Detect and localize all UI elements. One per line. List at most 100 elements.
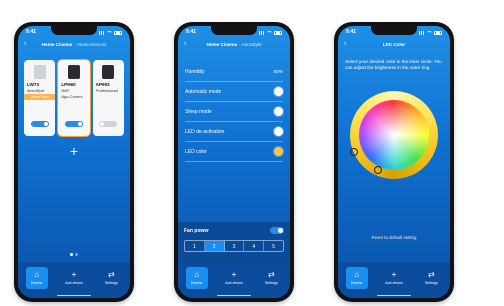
device-card-lw73[interactable]: LW73 AeroStyle Water level: [24, 60, 56, 136]
page-header: ‹ LED Color: [338, 39, 450, 49]
warning-badge: Water level: [24, 94, 56, 100]
led-color-swatch[interactable]: [274, 147, 283, 156]
setting-row-led-color[interactable]: LED color: [185, 142, 283, 162]
fan-power-label: Fan power: [184, 228, 210, 234]
plus-icon: +: [71, 270, 77, 279]
setting-label: Sleep mode: [185, 108, 212, 115]
instructions-text: Select your desired color in the inner c…: [345, 59, 442, 70]
plus-icon: +: [391, 270, 397, 279]
tab-label: Add device: [225, 281, 243, 285]
device-power-toggle[interactable]: [64, 121, 83, 127]
page-title: LED Color: [382, 41, 406, 47]
page-title: Home Cinema: [41, 41, 73, 47]
fan-speed-3[interactable]: 3: [225, 241, 245, 251]
tab-rooms[interactable]: ⌂ Rooms: [345, 267, 368, 289]
tab-add-device[interactable]: + Add device: [63, 267, 85, 289]
status-time: 9:41: [186, 29, 197, 35]
page-header: ‹ Home Cinema - Venta Devices: [18, 39, 130, 49]
fan-power-panel: Fan power 1 2 3 4 5: [178, 222, 290, 262]
device-card-lph60[interactable]: LPH60 WiFi App Control: [57, 59, 91, 137]
setting-row-led-deactivation[interactable]: LED de-activation: [185, 122, 283, 142]
signal-icon: [99, 31, 105, 35]
battery-icon: [274, 31, 282, 35]
back-icon[interactable]: ‹: [344, 40, 346, 48]
toggle-knob[interactable]: [274, 127, 283, 136]
back-icon[interactable]: ‹: [24, 40, 26, 48]
setting-row-humidity[interactable]: Humidity 50%: [185, 62, 283, 82]
device-card-ap902[interactable]: AP902 Professional: [92, 60, 124, 136]
wifi-icon: [107, 31, 112, 35]
device-power-toggle[interactable]: [30, 121, 49, 127]
device-image: [102, 65, 115, 79]
color-wheel[interactable]: [359, 100, 429, 170]
device-name: LPH60: [61, 82, 76, 87]
fan-speed-1[interactable]: 1: [185, 241, 205, 251]
settings-icon: ⇄: [267, 270, 275, 279]
setting-label: Automatic mode: [185, 88, 222, 95]
tab-label: Settings: [424, 281, 438, 285]
device-line: WiFi: [61, 88, 70, 93]
setting-row-sleep-mode[interactable]: Sleep mode: [185, 102, 283, 122]
setting-value: 50%: [273, 69, 283, 74]
home-indicator: [217, 294, 251, 296]
device-image: [67, 65, 80, 79]
status-icons: [99, 29, 122, 37]
tab-label: Add device: [385, 281, 403, 285]
fan-speed-4[interactable]: 4: [244, 241, 265, 251]
stage: 9:41 ‹ Home Cinema - Venta Devices LW73 …: [0, 0, 504, 306]
fan-power-toggle[interactable]: [270, 227, 284, 234]
status-time: 9:41: [346, 29, 357, 35]
device-line: AeroStyle: [27, 88, 45, 93]
tab-add-device[interactable]: + Add device: [223, 267, 245, 289]
screen-device-detail: 9:41 ‹ Home Cinema - AeroStyle Humidity …: [178, 26, 290, 298]
page-dots: [70, 253, 78, 256]
status-icons: [419, 29, 442, 37]
home-icon: ⌂: [354, 270, 360, 279]
settings-icon: ⇄: [427, 270, 435, 279]
setting-label: LED de-activation: [185, 128, 225, 135]
tab-settings[interactable]: ⇄ Settings: [420, 267, 442, 289]
reset-default-link[interactable]: Reset to default setting: [338, 235, 450, 240]
tab-rooms[interactable]: ⌂ Rooms: [25, 267, 48, 289]
device-cards: LW73 AeroStyle Water level LPH60 WiFi Ap…: [24, 59, 124, 137]
tab-label: Settings: [264, 281, 278, 285]
color-handle[interactable]: [374, 166, 382, 174]
signal-icon: [419, 31, 425, 35]
tab-label: Rooms: [190, 281, 203, 285]
tab-add-device[interactable]: + Add device: [383, 267, 405, 289]
back-icon[interactable]: ‹: [184, 40, 186, 48]
tab-settings[interactable]: ⇄ Settings: [260, 267, 282, 289]
page-subtitle: - AeroStyle: [239, 41, 262, 47]
setting-label: Humidity: [185, 68, 205, 75]
settings-list: Humidity 50% Automatic mode Sleep mode L…: [185, 62, 283, 162]
tab-settings[interactable]: ⇄ Settings: [100, 267, 122, 289]
tab-bar: ⌂ Rooms + Add device ⇄ Settings: [338, 262, 450, 298]
device-image: [33, 65, 46, 79]
fan-speed-2[interactable]: 2: [204, 241, 225, 251]
home-icon: ⌂: [194, 270, 200, 279]
page-header: ‹ Home Cinema - AeroStyle: [178, 39, 290, 49]
toggle-knob[interactable]: [274, 87, 283, 96]
setting-row-automatic-mode[interactable]: Automatic mode: [185, 82, 283, 102]
fan-speed-selector: 1 2 3 4 5: [184, 240, 284, 252]
tab-rooms[interactable]: ⌂ Rooms: [185, 267, 208, 289]
battery-icon: [114, 31, 122, 35]
device-name: LW73: [27, 82, 39, 87]
setting-label: LED color: [185, 148, 207, 155]
phone-devices: 9:41 ‹ Home Cinema - Venta Devices LW73 …: [14, 22, 134, 302]
page-dot[interactable]: [70, 253, 73, 256]
tab-bar: ⌂ Rooms + Add device ⇄ Settings: [178, 262, 290, 298]
screen-led-color: 9:41 ‹ LED Color Select your desired col…: [338, 26, 450, 298]
page-dot[interactable]: [75, 253, 78, 256]
screen-devices: 9:41 ‹ Home Cinema - Venta Devices LW73 …: [18, 26, 130, 298]
add-device-plus-icon[interactable]: +: [70, 144, 78, 158]
device-power-toggle[interactable]: [99, 121, 118, 127]
wifi-icon: [267, 31, 272, 35]
wifi-icon: [427, 31, 432, 35]
tab-label: Rooms: [350, 281, 363, 285]
device-line: App Control: [61, 94, 83, 99]
brightness-handle[interactable]: [350, 148, 358, 156]
fan-speed-5[interactable]: 5: [264, 241, 283, 251]
toggle-knob[interactable]: [274, 107, 283, 116]
phone-device-detail: 9:41 ‹ Home Cinema - AeroStyle Humidity …: [174, 22, 294, 302]
